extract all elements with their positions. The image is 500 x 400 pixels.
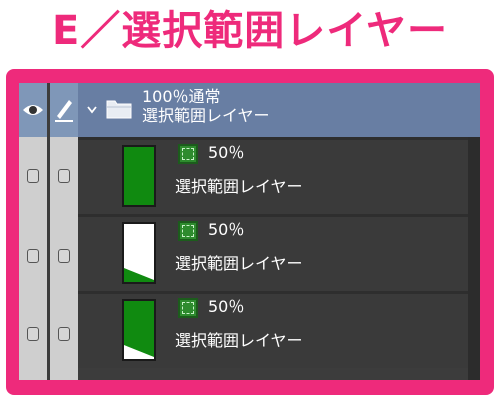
lock-header[interactable] (50, 83, 78, 137)
folder-opacity-blend: 100％通常 (142, 87, 221, 106)
layer-name: 選択範囲レイヤー (175, 254, 303, 273)
folder-icon (106, 100, 132, 119)
folder-name: 選択範囲レイヤー (142, 106, 270, 125)
layer-thumbnail (122, 222, 156, 284)
visibility-checkbox[interactable] (27, 249, 39, 263)
visibility-checkbox[interactable] (27, 327, 39, 341)
layer-thumbnail (122, 299, 156, 361)
selection-layer-icon (178, 144, 198, 164)
eye-icon (23, 105, 43, 115)
layer-panel: 100％通常 選択範囲レイヤー 50％ 選択範囲レイヤー 50％ 選択範囲レイヤ… (19, 83, 480, 380)
lock-checkbox[interactable] (58, 169, 70, 183)
layer-opacity: 50％ (208, 297, 245, 316)
layer-row[interactable]: 50％ 選択範囲レイヤー (78, 137, 468, 214)
page-title: E／選択範囲レイヤー (51, 8, 449, 54)
visibility-checkbox[interactable] (27, 169, 39, 183)
layer-opacity: 50％ (208, 143, 245, 162)
folder-label: 100％通常 選択範囲レイヤー (142, 87, 270, 125)
selection-layer-icon (178, 221, 198, 241)
lock-checkbox[interactable] (58, 327, 70, 341)
visibility-header[interactable] (19, 83, 47, 137)
pen-icon (55, 100, 73, 122)
layer-row[interactable]: 50％ 選択範囲レイヤー (78, 291, 468, 368)
folder-layer-row[interactable]: 100％通常 選択範囲レイヤー (78, 83, 480, 137)
layer-opacity: 50％ (208, 220, 245, 239)
layer-name: 選択範囲レイヤー (175, 177, 303, 196)
layer-row[interactable]: 50％ 選択範囲レイヤー (78, 214, 468, 291)
layer-thumbnail (122, 145, 156, 207)
layer-name: 選択範囲レイヤー (175, 331, 303, 350)
lock-checkbox[interactable] (58, 249, 70, 263)
scrollbar[interactable] (468, 137, 480, 380)
chevron-down-icon[interactable] (85, 99, 99, 119)
selection-layer-icon (178, 298, 198, 318)
